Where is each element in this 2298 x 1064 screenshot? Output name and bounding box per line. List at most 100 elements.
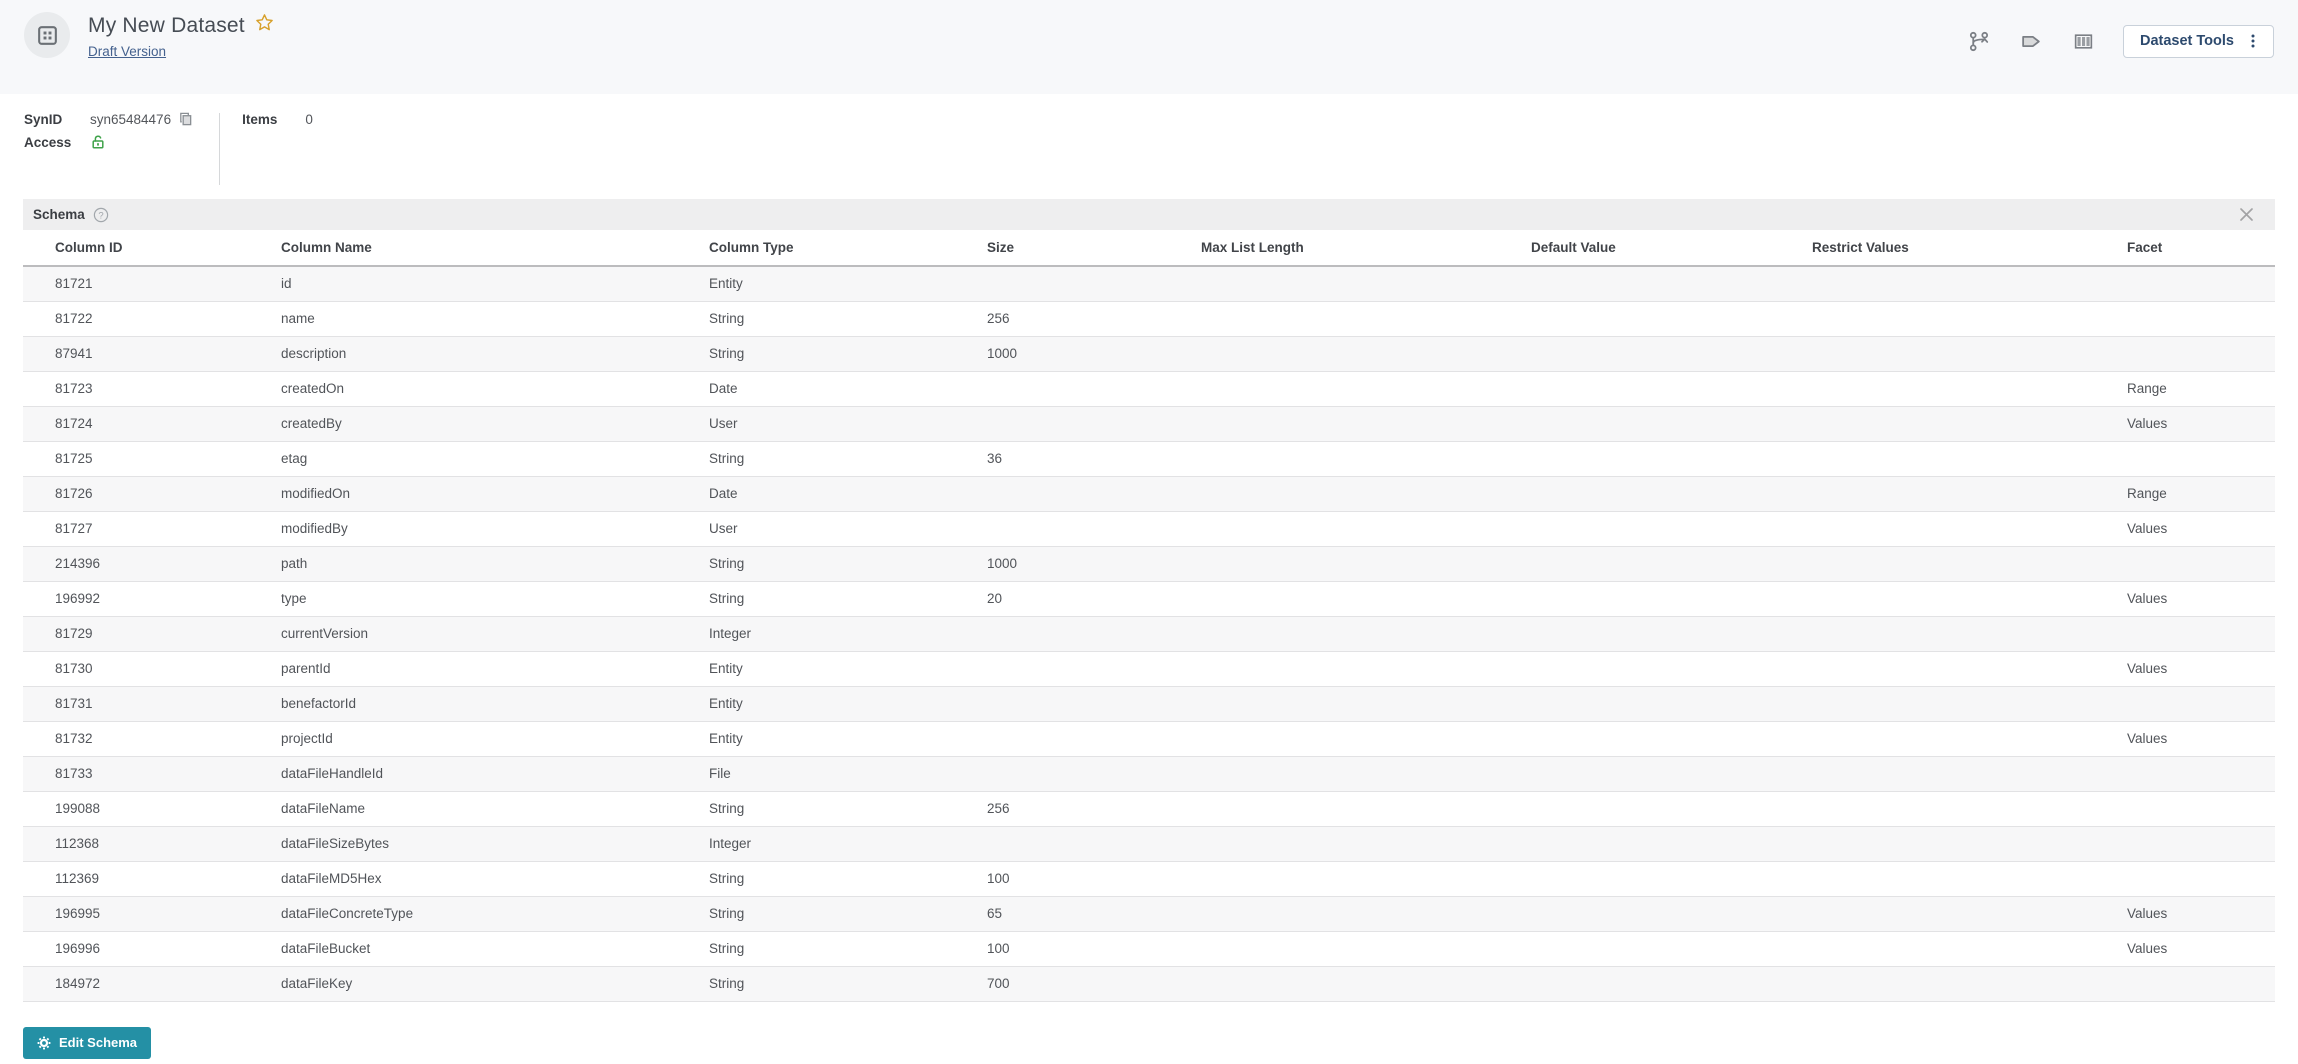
cell-column-type: String [709,546,987,581]
cell-max-list-length [1201,301,1531,336]
svg-text:?: ? [98,210,103,221]
cell-max-list-length [1201,476,1531,511]
cell-default-value [1531,476,1812,511]
cell-max-list-length [1201,336,1531,371]
cell-column-name: type [281,581,709,616]
cell-column-id: 87941 [23,336,281,371]
cell-column-type: String [709,441,987,476]
draft-version-link[interactable]: Draft Version [88,44,166,59]
cell-facet: Values [2127,896,2275,931]
cell-size [987,756,1201,791]
copy-synid-button[interactable] [178,111,193,127]
schema-row: 196996 dataFileBucket String 100 Values [23,931,2275,966]
access-unlocked-icon[interactable] [90,134,106,150]
cell-size: 256 [987,791,1201,826]
meta-divider [219,113,220,185]
schema-row: 81723 createdOn Date Range [23,371,2275,406]
schema-row: 81722 name String 256 [23,301,2275,336]
cell-size: 65 [987,896,1201,931]
close-schema-button[interactable] [2236,204,2257,225]
cell-restrict-values [1812,266,2127,301]
cell-restrict-values [1812,721,2127,756]
edit-schema-button[interactable]: Edit Schema [23,1027,151,1059]
schema-row: 87941 description String 1000 [23,336,2275,371]
cell-max-list-length [1201,651,1531,686]
cell-column-id: 196992 [23,581,281,616]
cell-facet: Values [2127,581,2275,616]
annotations-button[interactable] [2013,24,2051,58]
cell-column-type: User [709,511,987,546]
cell-column-name: name [281,301,709,336]
cell-size [987,476,1201,511]
cell-default-value [1531,336,1812,371]
cell-column-type: Date [709,371,987,406]
cell-column-name: dataFileHandleId [281,756,709,791]
cell-restrict-values [1812,616,2127,651]
cell-facet: Values [2127,511,2275,546]
cell-column-id: 81733 [23,756,281,791]
cell-default-value [1531,441,1812,476]
columns-button[interactable] [2065,24,2103,58]
schema-row: 81731 benefactorId Entity [23,686,2275,721]
cell-max-list-length [1201,266,1531,301]
cell-max-list-length [1201,721,1531,756]
edit-schema-label: Edit Schema [59,1035,137,1050]
cell-max-list-length [1201,896,1531,931]
copy-icon [178,111,193,127]
cell-column-type: String [709,336,987,371]
cell-facet [2127,826,2275,861]
cell-facet [2127,266,2275,301]
cell-default-value [1531,931,1812,966]
cell-facet [2127,441,2275,476]
cell-facet [2127,791,2275,826]
schema-row: 81727 modifiedBy User Values [23,511,2275,546]
help-icon[interactable]: ? [93,207,109,223]
cell-default-value [1531,826,1812,861]
cell-restrict-values [1812,371,2127,406]
cell-column-type: Entity [709,686,987,721]
gear-icon [37,1036,51,1050]
access-label: Access [24,135,90,150]
cell-column-id: 196996 [23,931,281,966]
items-label: Items [242,112,277,127]
cell-restrict-values [1812,441,2127,476]
cell-max-list-length [1201,406,1531,441]
cell-column-id: 196995 [23,896,281,931]
schema-row: 81732 projectId Entity Values [23,721,2275,756]
page-title: My New Dataset [88,14,245,38]
cell-max-list-length [1201,546,1531,581]
cell-size: 36 [987,441,1201,476]
dataset-tools-label: Dataset Tools [2140,33,2234,49]
cell-column-name: dataFileConcreteType [281,896,709,931]
cell-column-type: String [709,966,987,1001]
schema-row: 81730 parentId Entity Values [23,651,2275,686]
cell-column-id: 81729 [23,616,281,651]
cell-max-list-length [1201,756,1531,791]
cell-column-id: 81730 [23,651,281,686]
cell-column-type: Integer [709,616,987,651]
cell-default-value [1531,721,1812,756]
version-history-button[interactable] [1961,24,1999,58]
cell-column-name: benefactorId [281,686,709,721]
cell-column-id: 81724 [23,406,281,441]
cell-facet [2127,861,2275,896]
cell-restrict-values [1812,546,2127,581]
entity-metadata: SynID syn65484476 Access [0,94,2298,199]
cell-restrict-values [1812,756,2127,791]
schema-section: Schema ? Column ID Column Name [23,199,2275,1002]
cell-facet [2127,336,2275,371]
col-header-column-type: Column Type [709,230,987,266]
dataset-tools-button[interactable]: Dataset Tools [2123,25,2274,58]
cell-default-value [1531,616,1812,651]
schema-row: 81725 etag String 36 [23,441,2275,476]
synid-value: syn65484476 [90,112,171,127]
cell-max-list-length [1201,931,1531,966]
cell-column-name: projectId [281,721,709,756]
cell-restrict-values [1812,301,2127,336]
cell-max-list-length [1201,581,1531,616]
cell-column-name: dataFileKey [281,966,709,1001]
cell-max-list-length [1201,791,1531,826]
cell-size [987,266,1201,301]
favorite-star-icon[interactable] [255,13,274,32]
col-header-column-id: Column ID [23,230,281,266]
